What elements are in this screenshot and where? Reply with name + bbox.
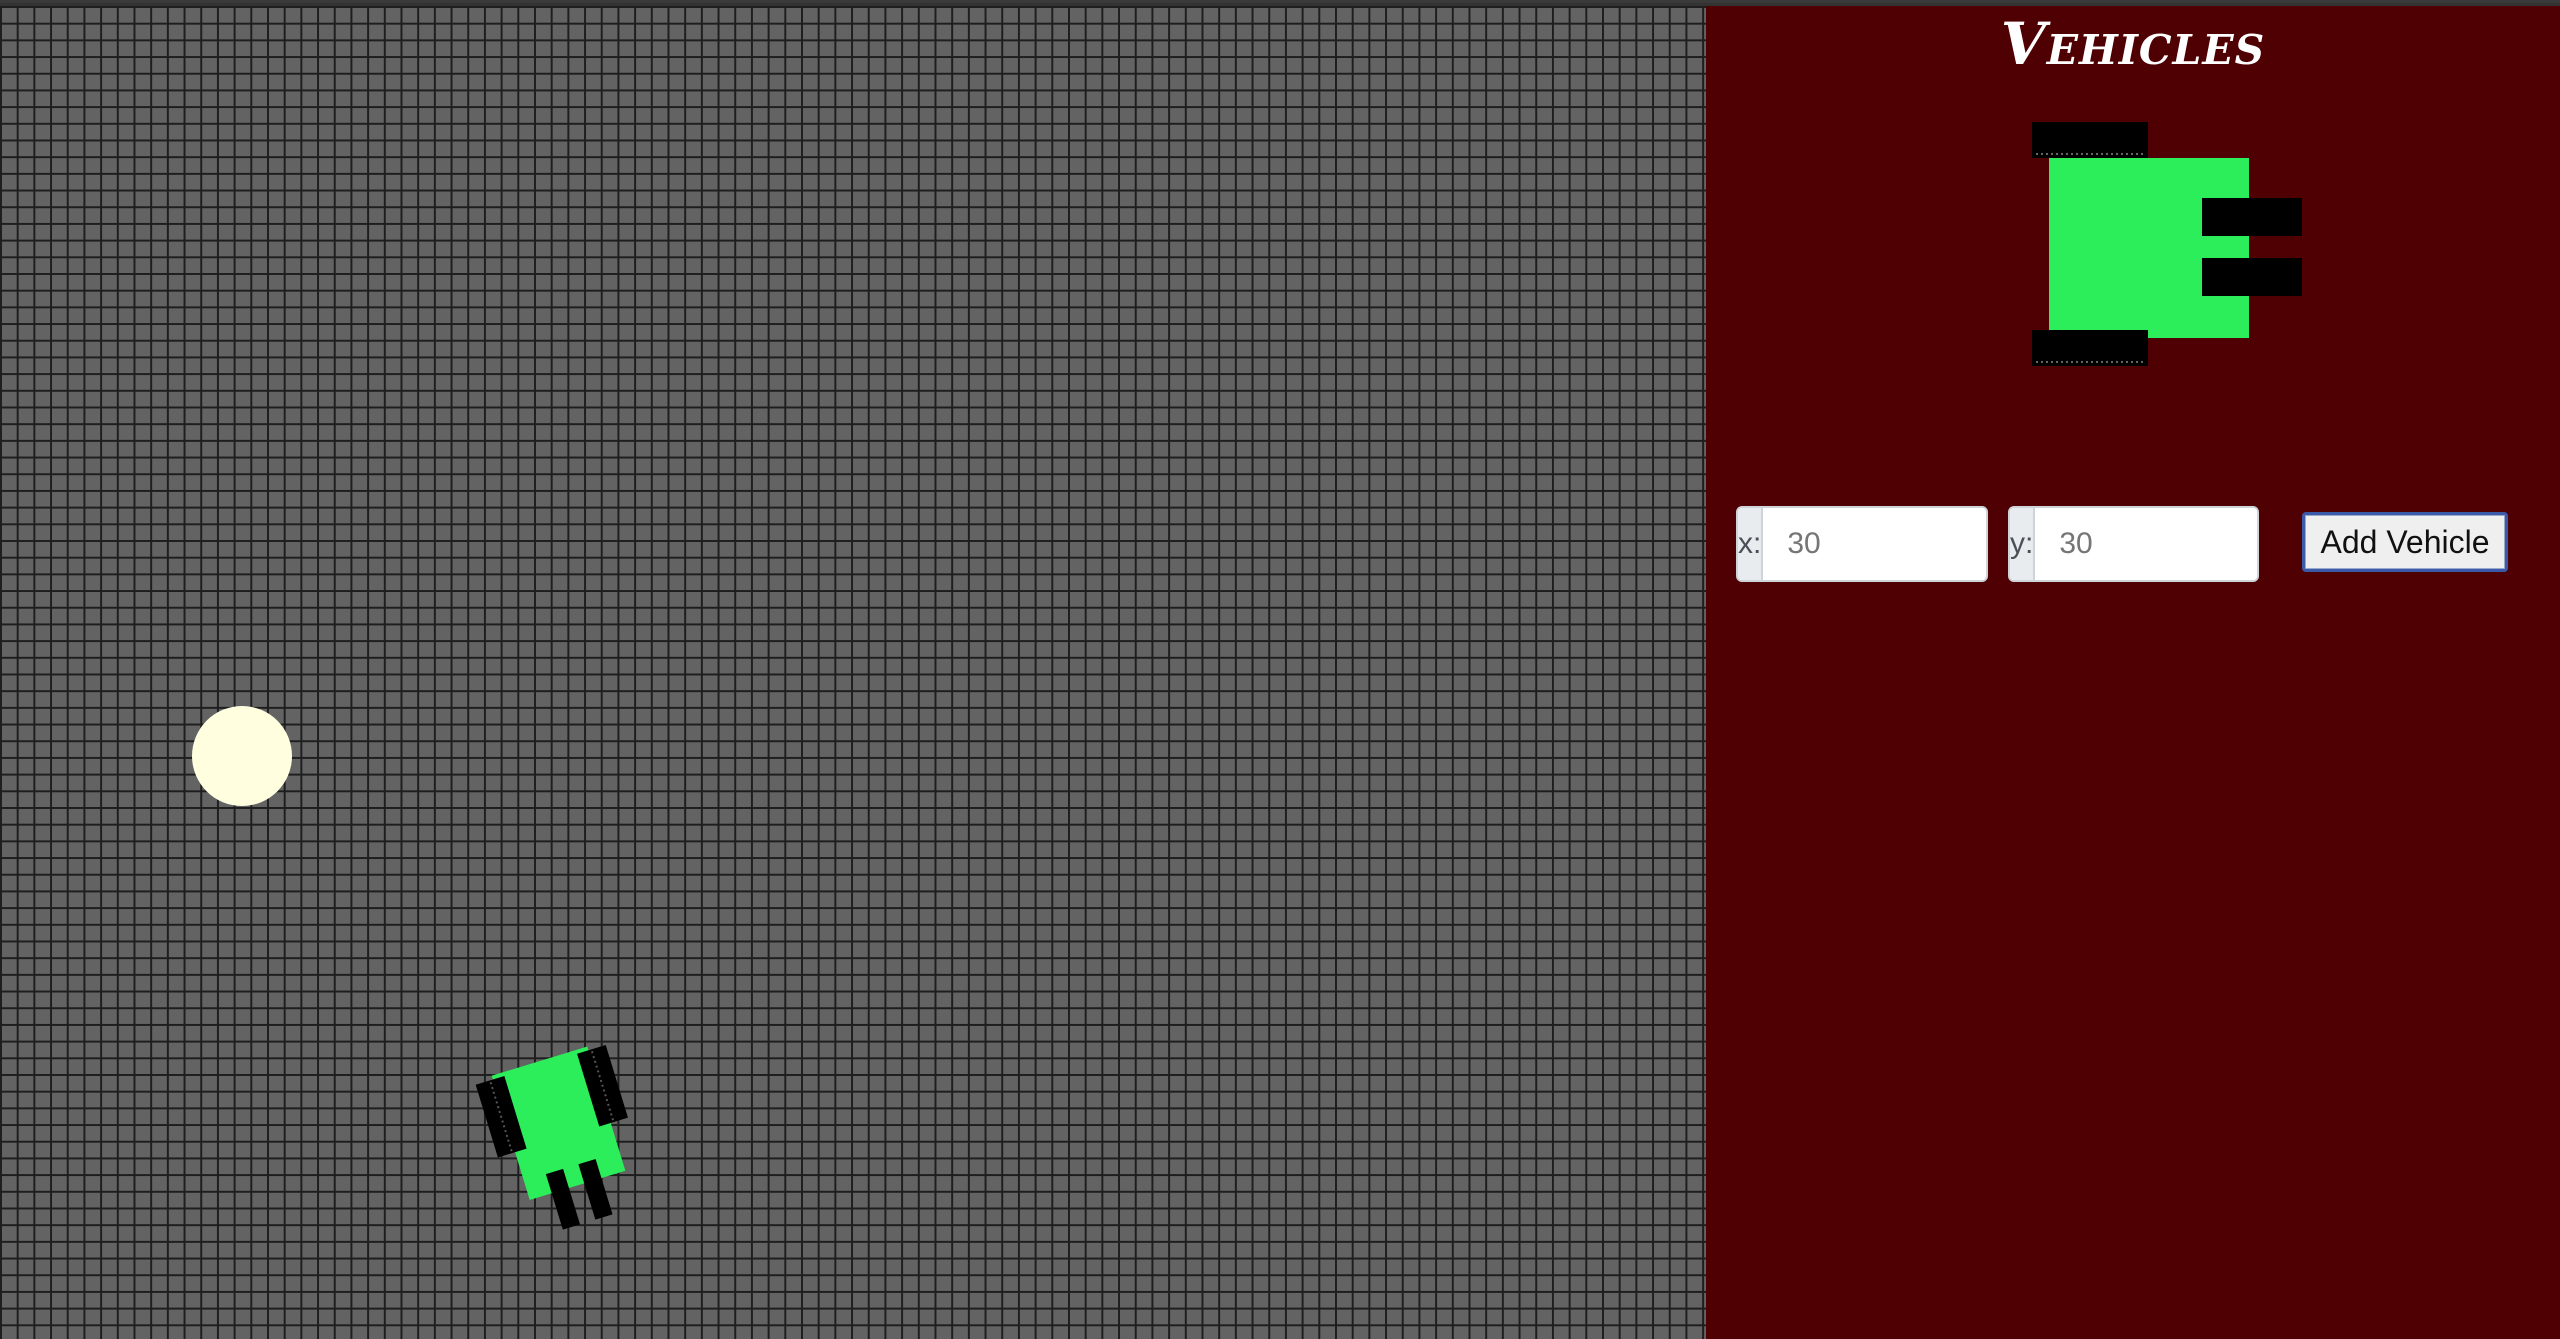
panel-title: Vehicles xyxy=(2000,10,2266,78)
y-label: y: xyxy=(2010,508,2036,580)
world-vehicle[interactable] xyxy=(470,1021,650,1236)
preview-body xyxy=(2049,158,2249,338)
preview-bottom-wheel xyxy=(2032,330,2148,366)
add-vehicle-form: x: y: Add Vehicle xyxy=(1736,506,2546,584)
simulation-canvas[interactable] xyxy=(0,6,1706,1339)
x-label: x: xyxy=(1738,508,1764,580)
x-input[interactable] xyxy=(1763,508,1986,580)
y-input[interactable] xyxy=(2035,508,2257,580)
light-source[interactable] xyxy=(192,706,292,806)
app-root: Vehicles x: y: Add Vehicle xyxy=(0,0,2560,1339)
control-panel: Vehicles x: y: Add Vehicle xyxy=(1706,6,2560,1339)
preview-bottom-sensor xyxy=(2202,258,2302,296)
x-input-group: x: xyxy=(1736,506,1988,582)
add-vehicle-button[interactable]: Add Vehicle xyxy=(2302,512,2508,572)
preview-top-sensor xyxy=(2202,198,2302,236)
preview-top-wheel xyxy=(2032,122,2148,158)
vehicle-preview xyxy=(2032,122,2302,366)
y-input-group: y: xyxy=(2008,506,2259,582)
